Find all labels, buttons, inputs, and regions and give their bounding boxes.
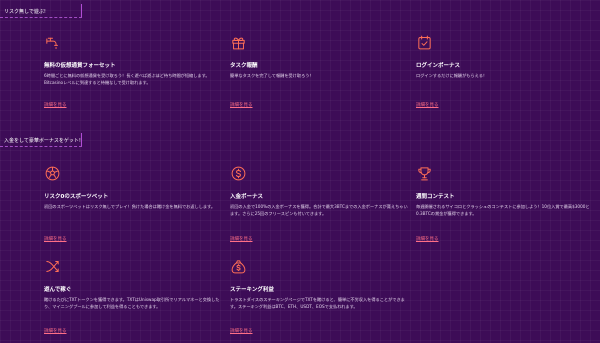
promo-card-task-reward: タスク報酬 簡単なタスクを完了して報酬を受け取ろう！ 詳細を見る	[230, 34, 390, 108]
card-title: 週間コンテスト	[416, 194, 455, 200]
section-title: 入金をして豪華ボーナスをゲット!	[4, 137, 81, 144]
details-link[interactable]: 詳細を見る	[44, 102, 67, 108]
card-title: ステーキング利益	[230, 287, 274, 293]
promo-card-deposit-bonus: 入金ボーナス 初回の入金で100%の入金ボーナスを獲得。合計で最大3BTCまでの…	[230, 165, 408, 242]
details-link[interactable]: 詳細を見る	[416, 236, 439, 242]
swap-arrows-icon	[46, 261, 59, 272]
card-description: 毎週開催されるサイコロとクラッシュのコンテストに参加しよう！10位入賞で最高$3…	[416, 204, 590, 216]
promo-card-weekly-contest: 週間コンテスト 毎週開催されるサイコロとクラッシュのコンテストに参加しよう！10…	[416, 165, 590, 242]
details-link[interactable]: 詳細を見る	[44, 236, 67, 242]
details-link[interactable]: 詳細を見る	[44, 328, 67, 334]
details-link[interactable]: 詳細を見る	[230, 102, 253, 108]
details-link[interactable]: 詳細を見る	[416, 102, 439, 108]
card-title: ログインボーナス	[416, 63, 461, 69]
calendar-check-icon	[418, 35, 431, 50]
trophy-icon	[418, 167, 431, 181]
promo-card-login-bonus: ログインボーナス ログインするだけに報酬がもらえる！ 詳細を見る	[416, 34, 576, 108]
gift-icon	[232, 37, 245, 50]
dollar-coin-icon	[231, 166, 246, 181]
card-description: 初回のスポーツベットはリスク無しでプレイ！負けた場合は賭け金を無料でお返しします…	[44, 204, 216, 209]
money-bag-icon	[231, 260, 246, 274]
promo-card-faucet: 無料の仮想通貨フォーセット 6時間ごとに無料の仮想通貨を受け取ろう！長く遊べば遊…	[44, 34, 210, 108]
card-title: タスク報酬	[230, 63, 258, 69]
ball-icon	[45, 166, 60, 181]
section-title: リスク無しで遊ぶ!	[4, 8, 46, 15]
details-link[interactable]: 詳細を見る	[230, 236, 253, 242]
card-title: 無料の仮想通貨フォーセット	[44, 63, 116, 69]
header-corner	[80, 4, 82, 18]
card-title: リスク0のスポーツベット	[44, 194, 109, 200]
card-description: 初回の入金で100%の入金ボーナスを獲得。合計で最大3BTCまでの入金ボーナスが…	[230, 204, 408, 216]
section-header-risk-free: リスク無しで遊ぶ!	[0, 4, 82, 18]
faucet-icon	[46, 37, 58, 50]
promo-card-staking-profit: ステーキング利益 トラストダイスのステーキングページでTXTを賭けると、簡単に不…	[230, 258, 405, 334]
card-title: 入金ボーナス	[230, 194, 264, 200]
card-description: ログインするだけに報酬がもらえる！	[416, 73, 488, 78]
header-corner	[80, 133, 82, 147]
promo-card-risk-free-bet: リスク0のスポーツベット 初回のスポーツベットはリスク無しでプレイ！負けた場合は…	[44, 165, 215, 242]
header-divider	[0, 146, 82, 147]
card-title: 遊んで稼ぐ	[44, 287, 72, 293]
card-description: 簡単なタスクを完了して報酬を受け取ろう！	[230, 73, 314, 78]
card-description: トラストダイスのステーキングページでTXTを賭けると、簡単に不労収入を得ることが…	[230, 297, 405, 309]
details-link[interactable]: 詳細を見る	[230, 328, 253, 334]
header-divider	[0, 17, 82, 18]
card-description: 賭けるたびにTXTトークンを獲得できます。TXTはUniswap取引所でリアルマ…	[44, 297, 220, 309]
card-description: 6時間ごとに無料の仮想通貨を受け取ろう！長く遊べば遊ぶほど待ち時間が短縮します。…	[44, 73, 210, 85]
section-header-deposit-bonus: 入金をして豪華ボーナスをゲット!	[0, 133, 82, 147]
promo-card-play-to-earn: 遊んで稼ぐ 賭けるたびにTXTトークンを獲得できます。TXTはUniswap取引…	[44, 258, 219, 334]
